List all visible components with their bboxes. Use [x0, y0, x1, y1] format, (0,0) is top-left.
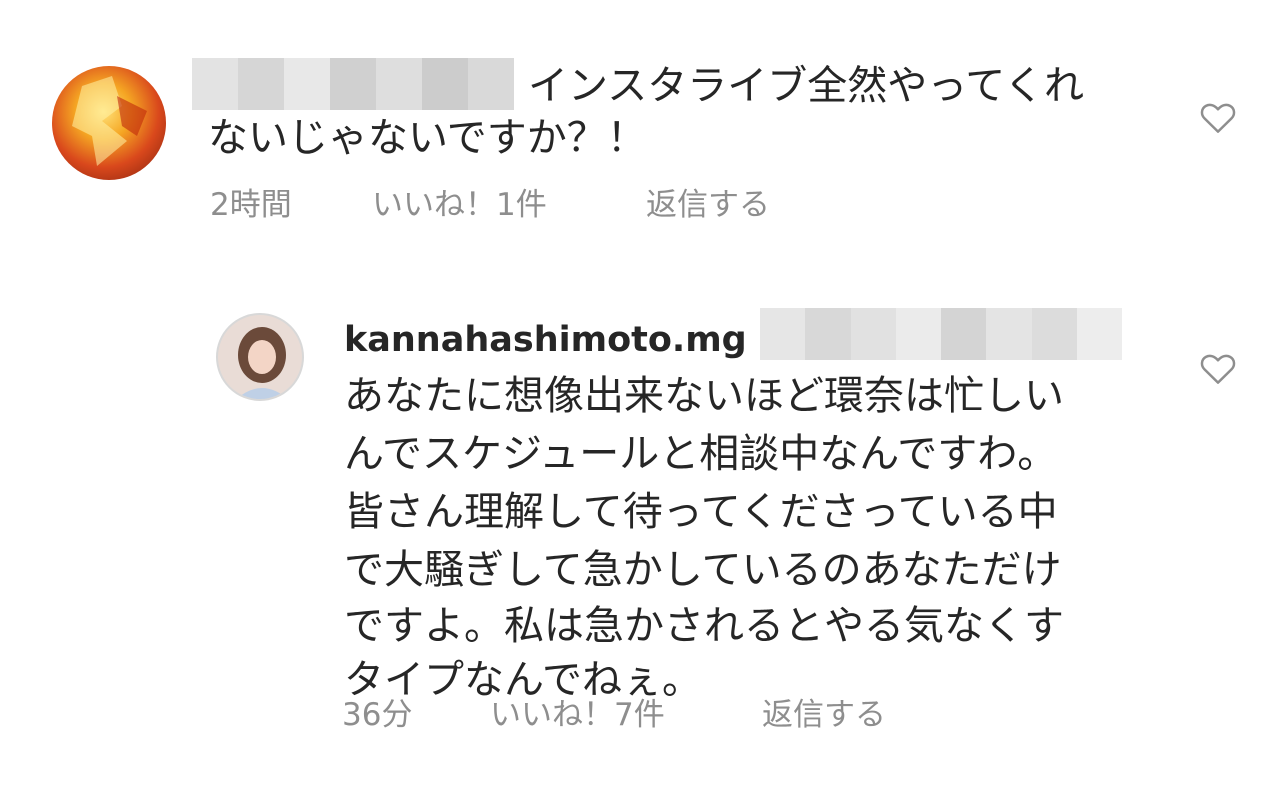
comment-text-line: で大騒ぎして急かしているのあなただけ	[344, 547, 1062, 593]
comment-time: 36分	[342, 697, 413, 733]
blurred-username	[192, 58, 514, 110]
heart-outline-icon	[1200, 354, 1236, 384]
likes-count-link[interactable]: いいね！1件	[372, 184, 547, 226]
comment-text-line: 皆さん理解して待ってくださっている中	[344, 489, 1058, 535]
comment-1: インスタライブ全然やってくれ ないじゃないですか？！ 2時間 いいね！1件 返信…	[0, 0, 1280, 250]
reply-button[interactable]: 返信する	[646, 184, 770, 226]
comment-text-line: んでスケジュールと相談中なんですわ。	[344, 431, 1058, 477]
username-link[interactable]: kannahashimoto.mg	[344, 318, 747, 362]
replier-avatar[interactable]	[216, 313, 304, 401]
comment-text-line: インスタライブ全然やってくれ	[528, 63, 1084, 109]
avatar-portrait-icon	[236, 327, 288, 399]
comment-text-line: ないじゃないですか？！	[208, 115, 647, 161]
commenter-avatar[interactable]	[52, 66, 166, 180]
like-button[interactable]	[1199, 100, 1237, 134]
comment-2-reply: kannahashimoto.mg あなたに想像出来ないほど環奈は忙しい んでス…	[0, 250, 1280, 789]
reply-button[interactable]: 返信する	[762, 694, 886, 736]
like-button[interactable]	[1199, 351, 1237, 385]
comment-text-line: あなたに想像出来ないほど環奈は忙しい	[344, 373, 1064, 419]
comment-time: 2時間	[210, 187, 292, 223]
avatar-image-icon	[72, 76, 147, 166]
likes-count-link[interactable]: いいね！7件	[490, 694, 665, 736]
blurred-mention	[760, 308, 1122, 360]
heart-outline-icon	[1200, 103, 1236, 133]
comment-text-line: ですよ。私は急かされるとやる気なくす	[344, 603, 1064, 649]
